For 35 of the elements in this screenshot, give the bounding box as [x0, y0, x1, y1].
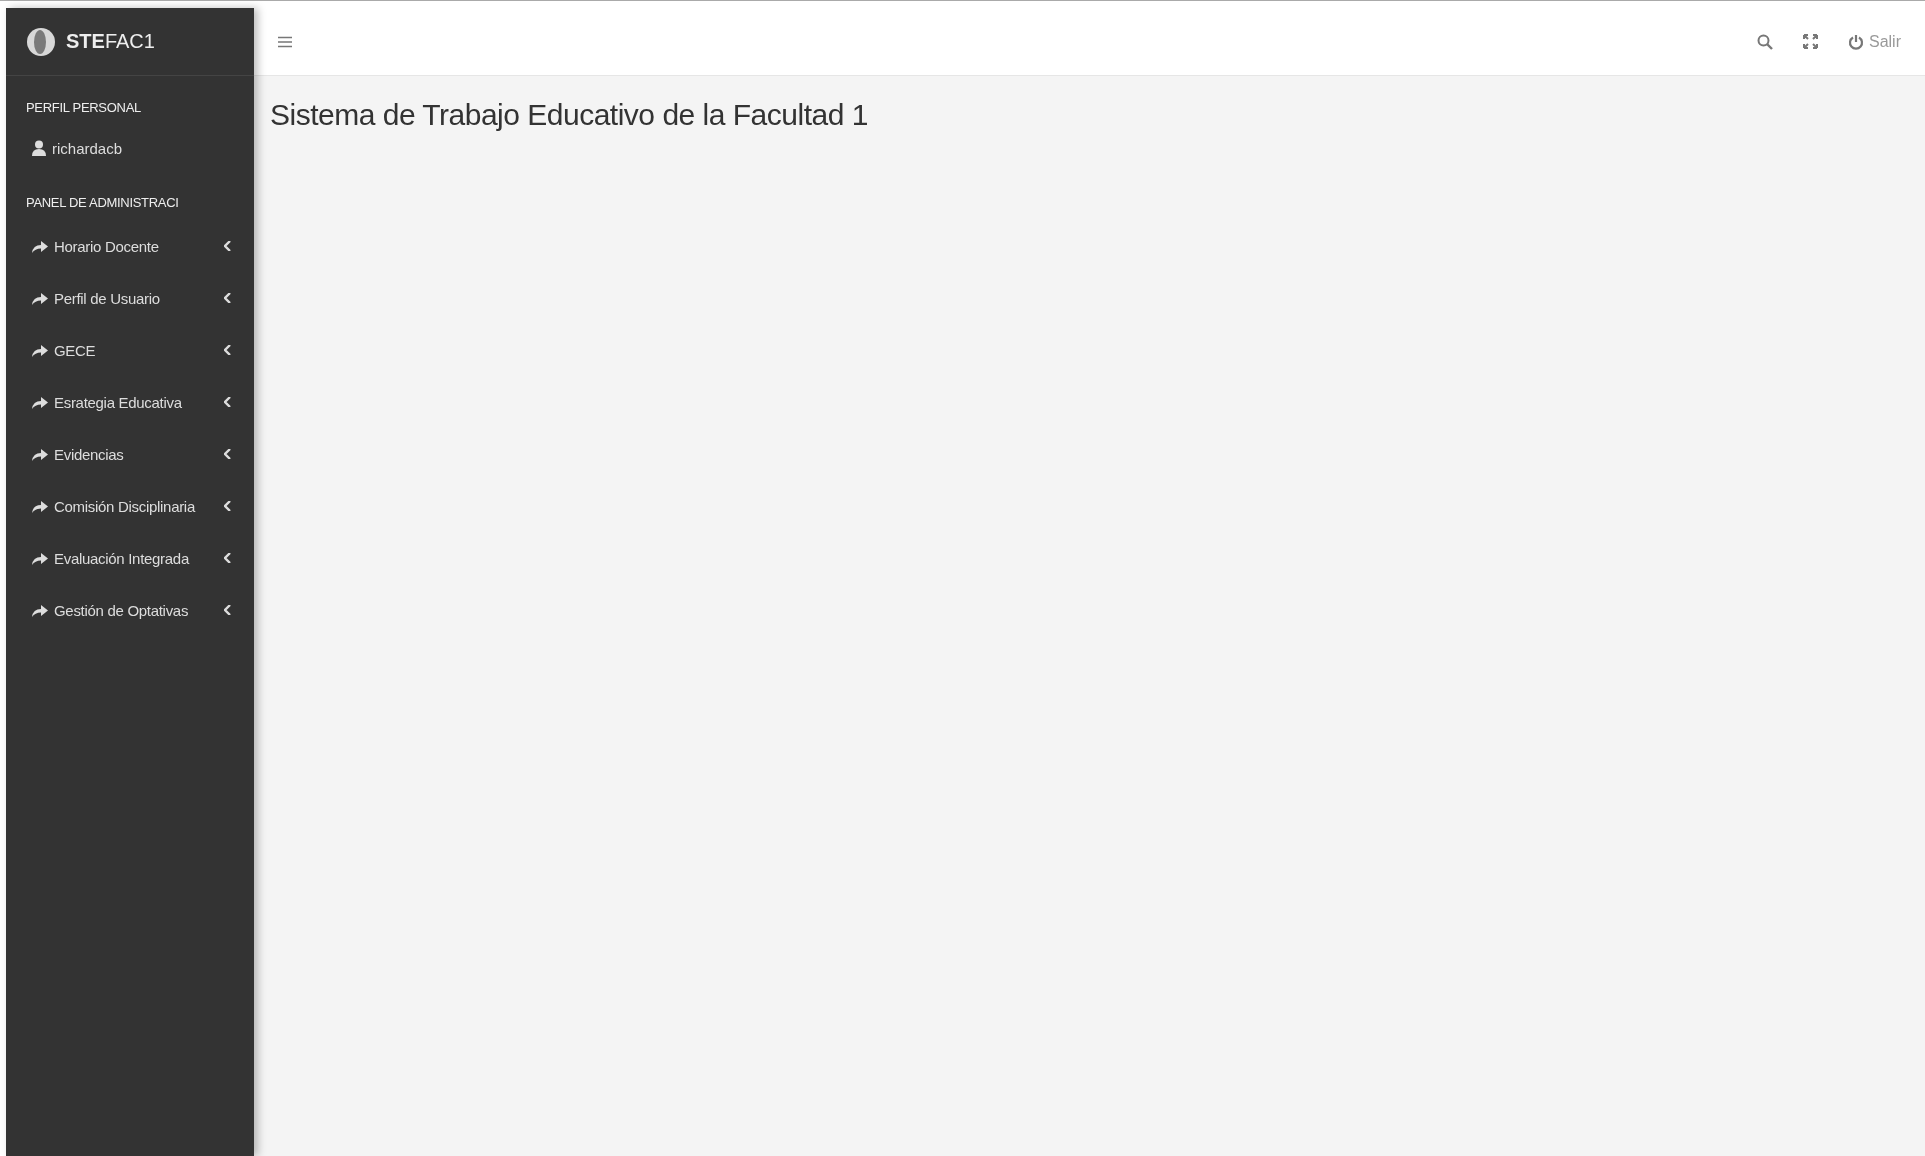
sidebar-menu-item[interactable]: Esrategia Educativa — [6, 376, 254, 428]
share-arrow-icon — [32, 551, 48, 565]
sidebar-menu-item[interactable]: Evaluación Integrada — [6, 532, 254, 584]
share-arrow-icon — [32, 603, 48, 617]
chevron-icon — [224, 449, 232, 459]
power-icon — [1848, 33, 1864, 50]
share-arrow-icon — [32, 239, 48, 253]
chevron-icon — [224, 241, 232, 251]
menu-icon[interactable] — [278, 35, 292, 48]
chevron-icon — [224, 501, 232, 511]
chevron-icon — [224, 553, 232, 563]
share-arrow-icon — [32, 447, 48, 461]
search-icon[interactable] — [1757, 33, 1773, 50]
chevron-icon — [224, 293, 232, 303]
sidebar-menu-item[interactable]: Evidencias — [6, 428, 254, 480]
sidebar-menu-item[interactable]: Comisión Disciplinaria — [6, 480, 254, 532]
chevron-icon — [224, 345, 232, 355]
share-arrow-icon — [32, 499, 48, 513]
chevron-icon — [224, 605, 232, 615]
share-arrow-icon — [32, 395, 48, 409]
logo-icon — [26, 26, 56, 57]
sidebar-menu-item[interactable]: GECE — [6, 324, 254, 376]
user-link[interactable]: richardacb — [6, 125, 254, 171]
share-arrow-icon — [32, 291, 48, 305]
sidebar-menu-item[interactable]: Perfil de Usuario — [6, 272, 254, 324]
sidebar-menu-item[interactable]: Horario Docente — [6, 220, 254, 272]
sidebar-menu-item[interactable]: Gestión de Optativas — [6, 584, 254, 636]
chevron-icon — [224, 397, 232, 407]
sidebar-heading: PERFIL PERSONAL — [25, 99, 142, 117]
brand-name: STEFAC1 — [66, 30, 155, 53]
user-icon — [32, 140, 46, 156]
page-title: Sistema de Trabajo Educativo de la Facultad 1 — [270, 98, 869, 132]
share-arrow-icon — [32, 343, 48, 357]
fullscreen-icon[interactable] — [1803, 34, 1818, 49]
sidebar-heading: PANEL DE ADMINISTRACI — [25, 194, 180, 212]
